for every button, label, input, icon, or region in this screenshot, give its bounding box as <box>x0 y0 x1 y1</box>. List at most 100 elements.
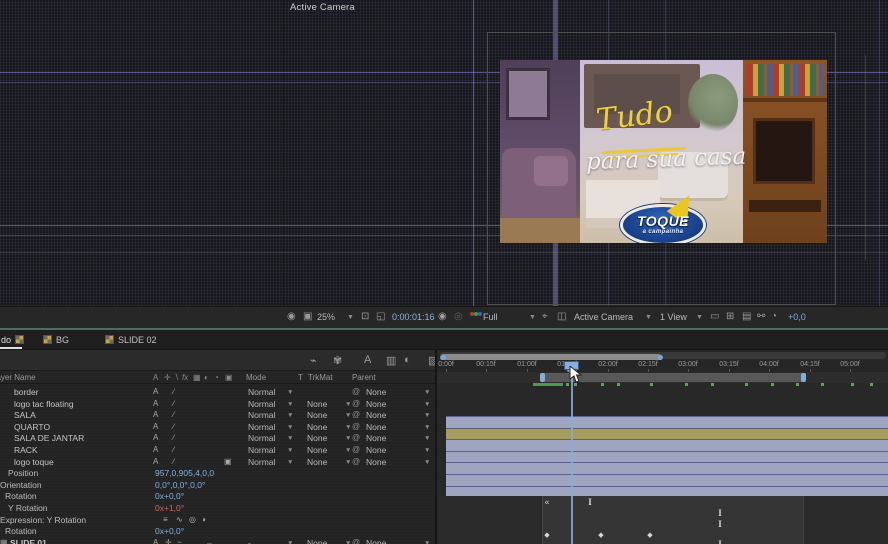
trkmat-select[interactable]: None <box>307 422 327 432</box>
chevron-down-icon[interactable]: ▼ <box>345 424 351 431</box>
expression-language-icon[interactable]: ◑ <box>201 515 206 524</box>
chevron-down-icon[interactable]: ▼ <box>287 412 293 419</box>
chevron-down-icon[interactable]: ▼ <box>424 412 430 419</box>
property-row[interactable]: Expression: Y Rotation ≡ ∿ ◎ ◑ <box>0 514 437 526</box>
parent-select[interactable]: None <box>366 399 386 409</box>
chevron-down-icon[interactable]: ▼ <box>345 412 351 419</box>
shy-icon[interactable]: Α <box>153 433 158 442</box>
pickwhip-icon[interactable]: @ <box>352 410 360 419</box>
blend-mode-select[interactable]: Normal <box>248 399 275 409</box>
blend-mode-select[interactable]: - <box>248 538 251 544</box>
expression-enable-icon[interactable]: ≡ <box>163 515 168 524</box>
chevron-down-icon[interactable]: ▼ <box>424 401 430 408</box>
keyframe[interactable]: I <box>718 508 722 518</box>
shy-icon[interactable]: Α <box>153 422 158 431</box>
quality-icon[interactable]: ∕ <box>173 457 174 466</box>
transparency-grid-icon[interactable]: ◫ <box>557 311 566 322</box>
roi-icon[interactable]: ⊡ <box>361 311 369 322</box>
blend-mode-select[interactable]: Normal <box>248 410 275 420</box>
timeline-navigator[interactable] <box>440 352 886 359</box>
chevron-down-icon[interactable]: ▼ <box>424 389 430 396</box>
property-row[interactable]: Orientation 0,0°,0,0°,0,0° <box>0 479 437 491</box>
column-parent[interactable]: Parent <box>352 373 376 382</box>
camera-selector[interactable]: Active Camera <box>574 312 633 322</box>
frame-blend-icon[interactable]: ▥ <box>386 354 396 367</box>
chevron-down-icon[interactable]: ▼ <box>696 314 703 321</box>
layer-name[interactable]: SALA DE JANTAR <box>14 433 84 443</box>
layer-name[interactable]: RACK <box>14 445 38 455</box>
chevron-down-icon[interactable]: ▼ <box>345 435 351 442</box>
exposure-offset[interactable]: +0,0 <box>788 312 806 322</box>
chevron-down-icon[interactable]: ▼ <box>645 314 652 321</box>
composition-viewer[interactable]: Tudo para sua casa TOQUE a campainha Act… <box>0 0 888 330</box>
parent-select[interactable]: None <box>366 538 386 544</box>
quality-icon[interactable]: ∕ <box>173 399 174 408</box>
layer-name[interactable]: QUARTO <box>14 422 50 432</box>
blend-mode-select[interactable]: Normal <box>248 445 275 455</box>
current-time-display[interactable]: 0:00:01:16 <box>392 312 435 322</box>
trkmat-select[interactable]: None <box>307 433 327 443</box>
layer-bar[interactable] <box>446 439 888 451</box>
mask-visibility-icon[interactable]: ◱ <box>376 311 385 322</box>
property-name[interactable]: Rotation <box>5 526 37 536</box>
property-row[interactable]: Rotation 0x+0,0° <box>0 525 437 537</box>
property-name[interactable]: Y Rotation <box>8 503 48 513</box>
collapse-icon[interactable]: ✛ <box>165 538 172 544</box>
pickwhip-icon[interactable]: @ <box>352 445 360 454</box>
show-snapshot-icon[interactable]: ◎ <box>454 311 463 322</box>
layer-row[interactable]: RACK Α∕ Normal▼ None▼ @ None▼ <box>0 444 437 456</box>
property-name[interactable]: Position <box>8 468 38 478</box>
layer-bar[interactable] <box>446 416 888 428</box>
fast-previews-icon[interactable]: ⊞ <box>726 311 734 322</box>
column-mode[interactable]: Mode <box>246 373 266 382</box>
chevron-down-icon[interactable]: ▼ <box>287 447 293 454</box>
keyframe[interactable]: I <box>588 497 592 507</box>
property-row[interactable]: Position 957,0,905,4,0,0 <box>0 467 437 479</box>
chevron-down-icon[interactable]: ▼ <box>345 447 351 454</box>
layer-name[interactable]: border <box>14 387 39 397</box>
chevron-down-icon[interactable]: ▼ <box>529 314 536 321</box>
chevron-down-icon[interactable]: ▼ <box>424 447 430 454</box>
property-row[interactable]: Y Rotation 0x+1,0° <box>0 502 437 514</box>
property-value[interactable]: 0,0°,0,0°,0,0° <box>155 480 205 490</box>
resolution-value[interactable]: Full <box>483 312 498 322</box>
parent-select[interactable]: None <box>366 445 386 455</box>
shy-icon[interactable]: Α <box>153 387 158 396</box>
chevron-down-icon[interactable]: ▼ <box>287 459 293 466</box>
pickwhip-icon[interactable]: @ <box>352 399 360 408</box>
quality-icon[interactable]: ∕ <box>173 433 174 442</box>
pickwhip-icon[interactable]: @ <box>352 422 360 431</box>
layer-row[interactable]: border Α∕ Normal▼ @ None▼ <box>0 386 437 398</box>
layer-name[interactable]: SLIDE 01 <box>10 538 47 544</box>
layer-row[interactable]: SALA DE JANTAR Α∕ Normal▼ None▼ @ None▼ <box>0 432 437 444</box>
quality-icon[interactable]: ∕ <box>173 445 174 454</box>
chevron-down-icon[interactable]: ▼ <box>287 424 293 431</box>
chevron-down-icon[interactable]: ▼ <box>424 424 430 431</box>
monitor-icon[interactable]: ▣ <box>303 311 312 322</box>
keyframe[interactable]: I <box>718 519 722 529</box>
shy-icon[interactable]: Α <box>153 410 158 419</box>
quality-icon[interactable]: ~ <box>177 538 182 544</box>
work-area-end-handle[interactable] <box>801 373 806 382</box>
parent-select[interactable]: None <box>366 387 386 397</box>
layer-bar[interactable] <box>446 451 888 463</box>
property-value[interactable]: 0x+0,0° <box>155 491 184 501</box>
expression-pickwhip-icon[interactable]: ◎ <box>189 515 196 524</box>
tab-slide-02[interactable]: SLIDE 02 <box>118 335 157 345</box>
chevron-down-icon[interactable]: ▼ <box>287 389 293 396</box>
shy-icon[interactable]: Α <box>153 538 158 544</box>
chevron-down-icon[interactable]: ▼ <box>345 401 351 408</box>
always-preview-icon[interactable]: ◉ <box>287 311 296 322</box>
pickwhip-icon[interactable]: @ <box>352 457 360 466</box>
property-name[interactable]: Orientation <box>0 480 42 490</box>
timeline-button-icon[interactable]: ▤ <box>742 311 751 322</box>
blend-mode-select[interactable]: Normal <box>248 387 275 397</box>
chevron-down-icon[interactable]: ▼ <box>287 435 293 442</box>
layer-row[interactable]: ▦ SLIDE 01 Α ✛ ~ – -▼ None▼ @ None▼ <box>0 537 437 544</box>
column-t[interactable]: T <box>298 373 303 382</box>
layer-name[interactable]: logo tac floating <box>14 399 74 409</box>
property-value[interactable]: 0x+1,0° <box>155 503 184 513</box>
layer-row[interactable]: QUARTO Α∕ Normal▼ None▼ @ None▼ <box>0 421 437 433</box>
layer-name[interactable]: logo toque <box>14 457 54 467</box>
tab-active-comp[interactable]: do <box>1 335 11 345</box>
